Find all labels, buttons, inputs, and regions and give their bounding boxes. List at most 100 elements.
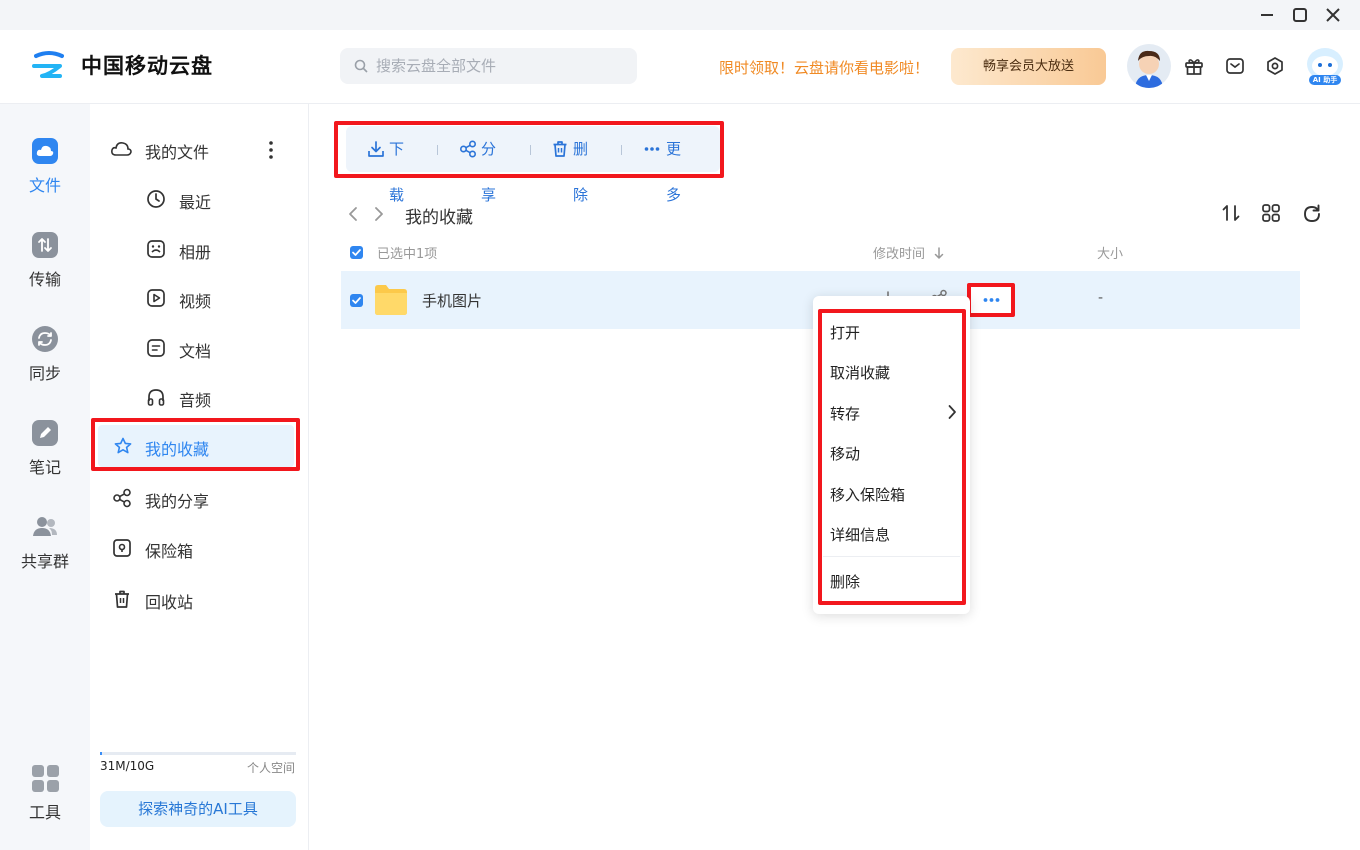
ai-tools-button[interactable]: 探索神奇的AI工具: [100, 791, 296, 827]
rail-label-files: 文件: [28, 176, 61, 195]
sidebar-label-album: 相册: [179, 243, 212, 262]
search-box[interactable]: [340, 48, 637, 84]
cloud-outline-icon: [111, 142, 132, 156]
vip-promo-button[interactable]: 畅享会员大放送: [951, 48, 1106, 85]
select-all-checkbox[interactable]: [350, 246, 363, 259]
star-icon: [114, 437, 132, 454]
menu-item-details[interactable]: 详细信息: [830, 524, 890, 545]
ai-assistant-badge: AI 助手: [1312, 76, 1338, 84]
chevron-right-icon: [948, 405, 956, 419]
check-icon: [352, 297, 361, 304]
sidebar-item-recycle[interactable]: 回收站: [112, 581, 292, 617]
sidebar-label-my-files: 我的文件: [145, 143, 210, 162]
download-label: 下载: [389, 140, 405, 204]
app-logo-icon: [32, 51, 64, 78]
transfer-icon: [32, 232, 58, 258]
row-more-button[interactable]: [967, 283, 1015, 317]
back-arrow-icon[interactable]: [348, 206, 358, 222]
avatar-image: [1135, 50, 1163, 88]
sidebar-item-my-files[interactable]: 我的文件: [110, 131, 290, 167]
sidebar-item-shares[interactable]: 我的分享: [112, 480, 292, 516]
sidebar-label-recent: 最近: [179, 193, 212, 212]
album-icon: [147, 240, 165, 258]
share-label: 分享: [481, 140, 497, 204]
menu-item-unfavorite[interactable]: 取消收藏: [830, 362, 890, 383]
maximize-button[interactable]: [1289, 5, 1311, 25]
close-button[interactable]: [1322, 5, 1344, 25]
forward-arrow-icon[interactable]: [374, 206, 384, 222]
file-size: -: [1098, 290, 1104, 306]
rail-label-groups: 共享群: [20, 552, 69, 571]
rail-label-transfer: 传输: [28, 270, 61, 289]
grid-view-icon[interactable]: [1261, 203, 1281, 223]
menu-item-move[interactable]: 移动: [830, 443, 860, 464]
trash-icon: [553, 141, 567, 157]
folder-icon: [375, 285, 407, 315]
sidebar-item-favorites[interactable]: 我的收藏: [98, 425, 294, 467]
rail-item-notes[interactable]: 笔记: [0, 420, 90, 490]
minimize-button[interactable]: [1256, 5, 1278, 25]
promo-link[interactable]: 限时领取！云盘请你看电影啦！: [719, 57, 929, 78]
more-vertical-icon[interactable]: [268, 140, 274, 160]
ai-assistant-button[interactable]: AI 助手: [1303, 44, 1347, 88]
rail-item-sync[interactable]: 同步: [0, 326, 90, 396]
rail-label-tools: 工具: [28, 803, 61, 822]
menu-item-open[interactable]: 打开: [830, 322, 860, 343]
share-icon: [113, 488, 131, 508]
sidebar-item-recent[interactable]: 最近: [146, 181, 286, 217]
settings-icon[interactable]: [1264, 55, 1286, 77]
sidebar-item-safe[interactable]: 保险箱: [112, 530, 292, 566]
sidebar-item-docs[interactable]: 文档: [146, 330, 286, 366]
check-icon: [352, 249, 361, 256]
context-menu: 打开 取消收藏 转存 移动 移入保险箱 详细信息 删除: [813, 296, 970, 614]
menu-item-save-to[interactable]: 转存: [830, 403, 860, 424]
app-header: 中国移动云盘 限时领取！云盘请你看电影啦！ 畅享会员大放送: [0, 30, 1360, 104]
rail-label-notes: 笔记: [28, 458, 61, 477]
toolbar-separator: [621, 145, 622, 155]
sidebar-item-album[interactable]: 相册: [146, 231, 286, 267]
safe-icon: [113, 539, 131, 557]
close-icon: [1326, 8, 1340, 22]
sidebar-label-shares: 我的分享: [145, 492, 210, 511]
sidebar-item-audio[interactable]: 音频: [146, 379, 286, 415]
column-header-modified[interactable]: 修改时间: [873, 243, 944, 262]
breadcrumb-current: 我的收藏: [405, 208, 473, 228]
column-header-size[interactable]: 大小: [1097, 243, 1123, 262]
maximize-icon: [1293, 8, 1307, 22]
minimize-icon: [1261, 14, 1273, 16]
row-checkbox[interactable]: [350, 294, 363, 307]
delete-label: 删除: [573, 140, 589, 204]
gift-icon[interactable]: [1183, 55, 1205, 77]
storage-progress-bar: [100, 752, 296, 755]
rail-item-files[interactable]: 文件: [0, 138, 90, 208]
message-icon[interactable]: [1224, 55, 1246, 77]
sidebar-item-video[interactable]: 视频: [146, 280, 286, 316]
more-label: 更多: [666, 140, 682, 204]
rail-item-groups[interactable]: 共享群: [0, 514, 90, 584]
trash-icon: [115, 590, 129, 608]
file-name[interactable]: 手机图片: [422, 290, 482, 311]
sidebar-label-safe: 保险箱: [145, 542, 194, 561]
download-icon: [368, 141, 384, 157]
sort-down-icon: [934, 247, 944, 259]
rail-item-transfer[interactable]: 传输: [0, 232, 90, 302]
rail-item-tools[interactable]: 工具: [0, 765, 90, 835]
storage-progress-fill: [100, 752, 102, 755]
sort-icon[interactable]: [1221, 203, 1241, 223]
more-horizontal-icon: [644, 147, 660, 151]
sidebar: 我的文件 最近 相册 视频 文档 音频 我的收藏 我的分享 保险箱 回收站 31…: [90, 104, 309, 850]
sidebar-label-video: 视频: [179, 292, 212, 311]
sidebar-label-recycle: 回收站: [145, 593, 194, 612]
refresh-icon[interactable]: [1301, 203, 1323, 225]
action-toolbar: 下载 分享 删除 更多: [346, 126, 720, 204]
clock-icon: [147, 190, 165, 208]
menu-item-delete[interactable]: 删除: [830, 571, 860, 592]
app-title: 中国移动云盘: [81, 54, 213, 78]
storage-label: 个人空间: [246, 761, 295, 775]
storage-used-text: 31M/10G: [100, 759, 155, 773]
search-input[interactable]: [376, 48, 626, 84]
menu-item-move-to-safe[interactable]: 移入保险箱: [830, 484, 905, 505]
search-icon: [354, 59, 368, 73]
avatar[interactable]: [1127, 44, 1171, 88]
video-icon: [147, 289, 165, 307]
